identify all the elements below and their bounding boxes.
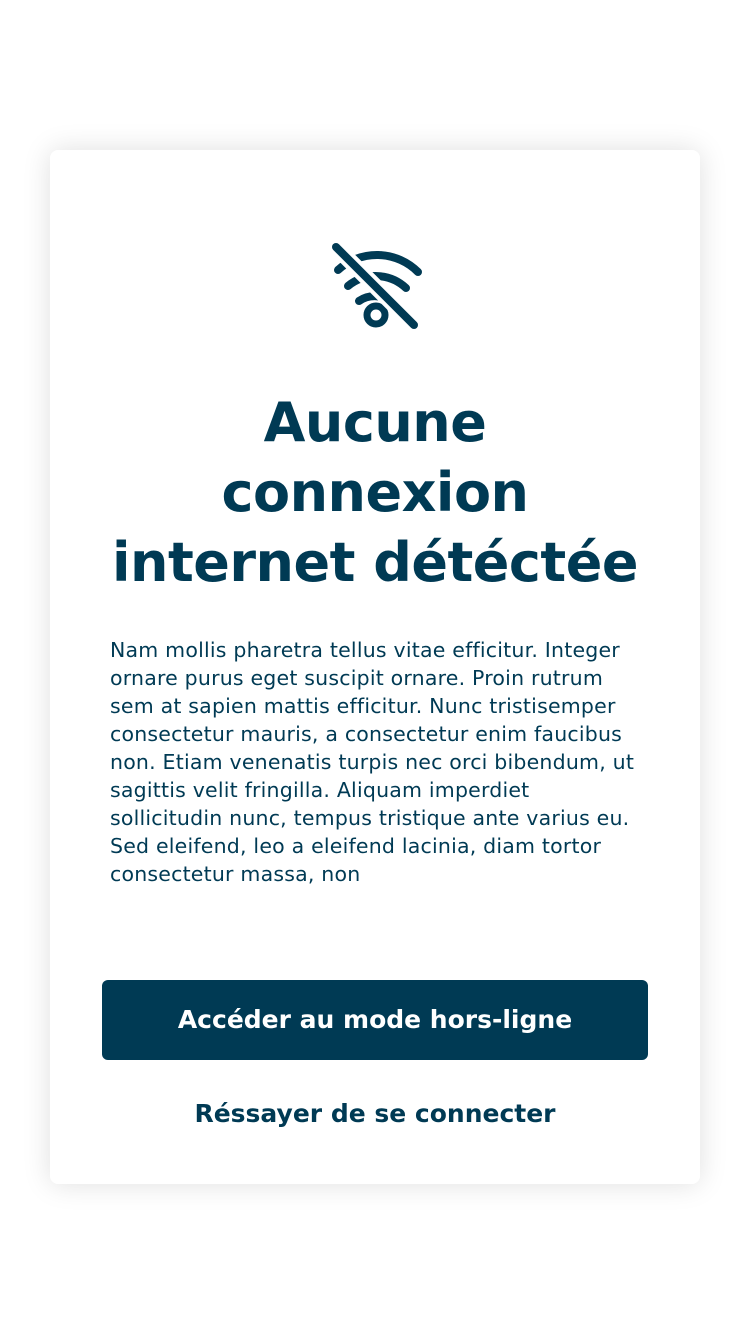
page-title: Aucune connexion internet détéctée — [112, 391, 639, 594]
message-text: Nam mollis pharetra tellus vitae efficit… — [110, 638, 635, 886]
offline-mode-button[interactable]: Accéder au mode hors-ligne — [102, 980, 648, 1060]
wifi-off-icon — [328, 240, 422, 332]
retry-connection-link[interactable]: Réssayer de se connecter — [50, 1094, 700, 1134]
